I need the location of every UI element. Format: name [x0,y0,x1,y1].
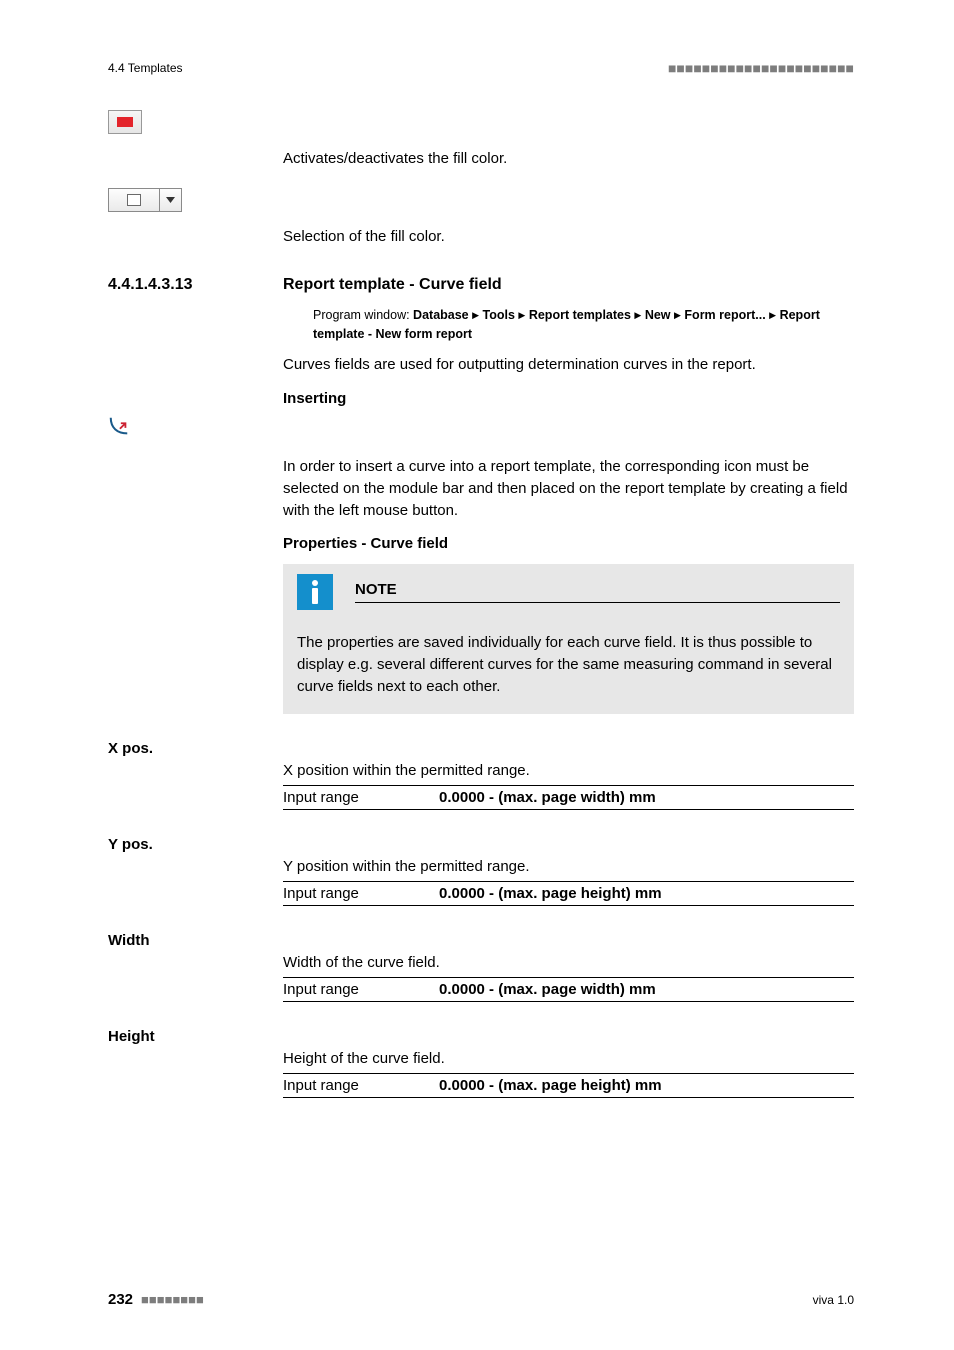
note-title: NOTE [355,581,840,603]
section-title: Report template - Curve field [283,276,854,294]
range-label: Input range [283,885,439,902]
header-section: 4.4 Templates [108,61,183,75]
breadcrumb-item: Database [413,308,469,322]
color-box-icon [127,194,141,206]
prop-desc: Y position within the permitted range. [283,858,854,875]
breadcrumb-item: Form report... [684,308,765,322]
input-range-row: Input range 0.0000 - (max. page height) … [283,881,854,906]
prop-label-ypos: Y pos. [108,836,283,853]
breadcrumb: Program window: Database ▶ Tools ▶ Repor… [313,306,854,345]
note-box: NOTE The properties are saved individual… [283,564,854,713]
breadcrumb-prefix: Program window: [313,308,413,322]
range-value: 0.0000 - (max. page height) mm [439,1077,662,1094]
breadcrumb-item: Tools [483,308,515,322]
range-value: 0.0000 - (max. page width) mm [439,789,656,806]
info-icon [297,574,333,610]
footer-version: viva 1.0 [813,1293,854,1307]
breadcrumb-item: Report templates [529,308,631,322]
fill-color-dropdown[interactable] [108,188,283,212]
inserting-heading: Inserting [283,390,854,407]
input-range-row: Input range 0.0000 - (max. page height) … [283,1073,854,1098]
dropdown-arrow-icon [160,188,182,212]
properties-heading: Properties - Curve field [283,535,854,552]
note-body: The properties are saved individually fo… [297,632,840,697]
prop-label-width: Width [108,932,283,949]
inserting-text: In order to insert a curve into a report… [283,456,854,521]
header-ornament: ■■■■■■■■■■■■■■■■■■■■■■ [668,60,854,76]
prop-label-xpos: X pos. [108,740,283,757]
range-label: Input range [283,1077,439,1094]
input-range-row: Input range 0.0000 - (max. page width) m… [283,785,854,810]
fill-color-toggle-button[interactable] [108,110,142,134]
section-intro-text: Curves fields are used for outputting de… [283,354,854,376]
range-label: Input range [283,981,439,998]
range-value: 0.0000 - (max. page height) mm [439,885,662,902]
fill-select-description: Selection of the fill color. [283,226,854,248]
prop-desc: Width of the curve field. [283,954,854,971]
curve-tool-icon [108,415,130,437]
prop-desc: X position within the permitted range. [283,762,854,779]
input-range-row: Input range 0.0000 - (max. page width) m… [283,977,854,1002]
fill-toggle-description: Activates/deactivates the fill color. [283,148,854,170]
prop-desc: Height of the curve field. [283,1050,854,1067]
fill-color-swatch-icon [117,117,133,127]
footer-ornament: ■■■■■■■■ [141,1292,204,1307]
page-number: 232 [108,1291,133,1308]
breadcrumb-item: New [645,308,671,322]
prop-label-height: Height [108,1028,283,1045]
range-label: Input range [283,789,439,806]
section-number: 4.4.1.4.3.13 [108,276,283,294]
range-value: 0.0000 - (max. page width) mm [439,981,656,998]
